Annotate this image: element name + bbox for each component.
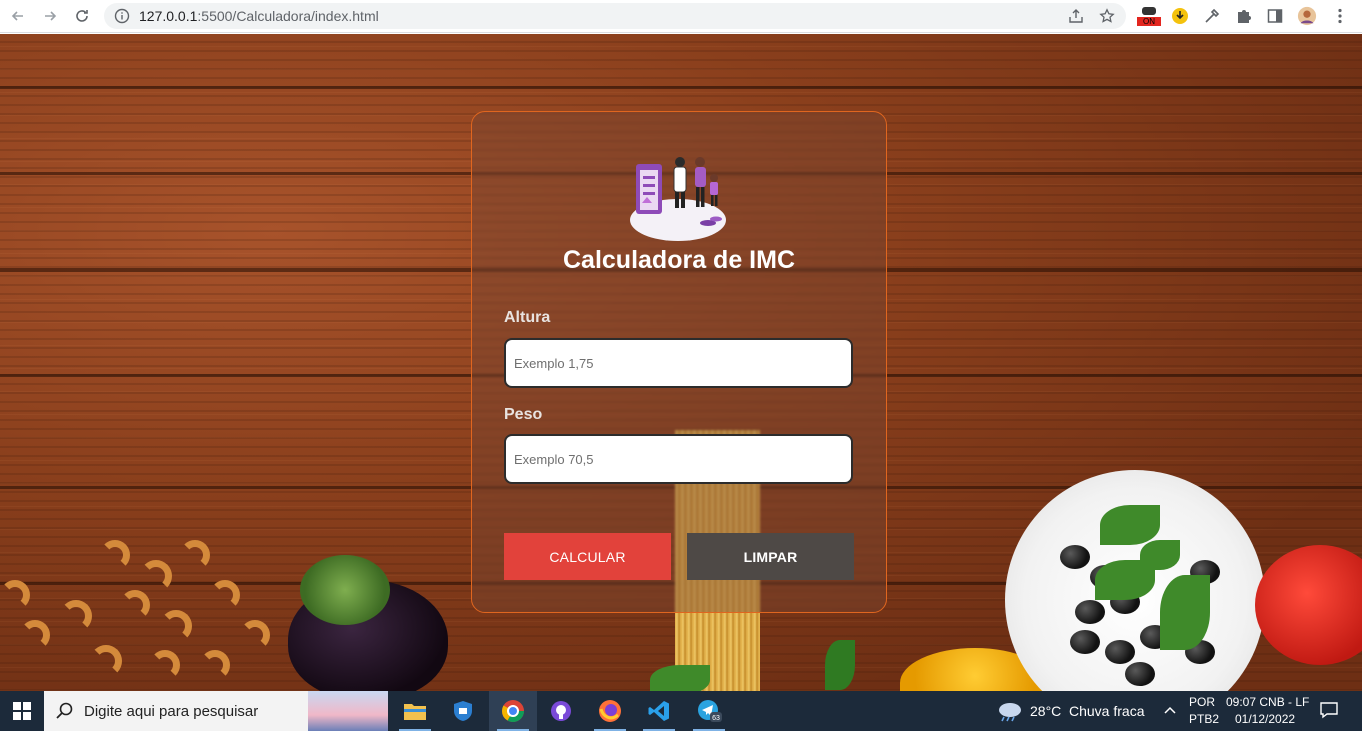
weather-widget[interactable] [997, 701, 1023, 728]
clock-time[interactable]: 09:07 CNB - LF [1226, 695, 1309, 709]
search-placeholder: Digite aqui para pesquisar [84, 703, 259, 720]
taskbar-file-explorer[interactable] [391, 691, 439, 731]
taskbar: Digite aqui para pesquisar 63 28°C Chuva… [0, 691, 1362, 731]
telegram-badge: 63 [712, 715, 720, 722]
chevron-up-icon [1164, 706, 1176, 714]
reload-button[interactable] [70, 5, 94, 27]
weight-label: Peso [504, 406, 543, 423]
search-icon [56, 702, 73, 719]
taskbar-security-app[interactable] [439, 691, 487, 731]
download-extension-icon[interactable] [1170, 6, 1190, 26]
url-text: 127.0.0.1:5500/Calculadora/index.html [139, 8, 379, 24]
telegram-icon: 63 [698, 700, 722, 722]
notification-center-button[interactable] [1320, 701, 1338, 724]
rain-cloud-icon [999, 703, 1021, 722]
shield-icon [454, 701, 472, 721]
height-label: Altura [504, 309, 551, 326]
forward-button[interactable] [38, 5, 62, 27]
language-indicator[interactable]: POR [1189, 695, 1215, 709]
temperature: 28°C [1030, 703, 1062, 719]
page-title: Calculadora de IMC [563, 246, 795, 274]
taskbar-firefox[interactable] [586, 691, 634, 731]
share-icon[interactable] [1068, 8, 1084, 24]
reload-icon [76, 10, 88, 22]
clock-date[interactable]: 01/12/2022 [1235, 712, 1295, 726]
browser-toolbar: 127.0.0.1:5500/Calculadora/index.html ON [0, 0, 1362, 33]
tray-overflow-button[interactable] [1163, 703, 1177, 722]
arrow-right-icon [45, 11, 57, 21]
notification-icon [1320, 702, 1338, 719]
weight-input[interactable] [504, 434, 853, 484]
profile-avatar[interactable] [1297, 6, 1317, 26]
vscode-icon [648, 701, 669, 721]
height-input[interactable] [504, 338, 853, 388]
windows-icon [13, 702, 31, 720]
search-highlight-art [308, 691, 388, 731]
back-button[interactable] [6, 5, 30, 27]
info-icon [114, 8, 130, 24]
side-panel-icon[interactable] [1265, 6, 1285, 26]
star-icon[interactable] [1099, 8, 1115, 24]
extension-on-icon[interactable]: ON [1137, 6, 1161, 26]
arrow-left-icon [11, 11, 23, 21]
wood-plank-line [0, 86, 1362, 89]
weather-text: Chuva fraca [1069, 703, 1145, 719]
chrome-icon [502, 700, 524, 722]
firefox-icon [599, 700, 621, 722]
puzzle-icon[interactable] [1234, 6, 1254, 26]
calculate-button[interactable]: CALCULAR [504, 533, 671, 580]
taskbar-vscode[interactable] [635, 691, 683, 731]
clear-button[interactable]: LIMPAR [687, 533, 854, 580]
taskbar-telegram[interactable]: 63 [685, 691, 733, 731]
extension-on-badge: ON [1143, 17, 1155, 26]
github-icon [551, 701, 571, 721]
eyedropper-icon[interactable] [1202, 6, 1222, 26]
keyboard-layout[interactable]: PTB2 [1189, 712, 1219, 726]
menu-icon[interactable] [1330, 6, 1350, 26]
start-button[interactable] [0, 691, 44, 731]
taskbar-search[interactable]: Digite aqui para pesquisar [44, 691, 388, 731]
folder-icon [404, 704, 426, 720]
address-bar[interactable]: 127.0.0.1:5500/Calculadora/index.html [104, 3, 1126, 29]
health-family-illustration [630, 157, 726, 241]
taskbar-github[interactable] [537, 691, 585, 731]
taskbar-chrome[interactable] [489, 691, 537, 731]
